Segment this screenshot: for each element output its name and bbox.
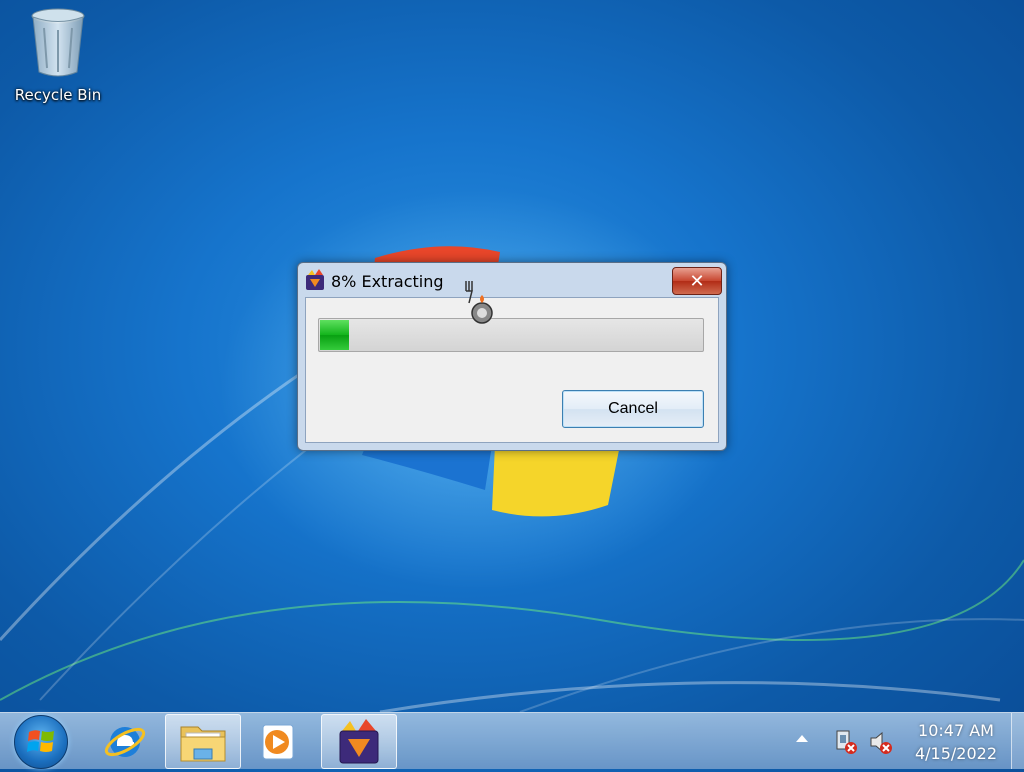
close-button[interactable]: ✕: [672, 267, 722, 295]
dialog-titlebar[interactable]: 8% Extracting ✕: [298, 263, 726, 297]
recycle-bin-icon: [31, 8, 85, 77]
busy-cursor-icon: [465, 281, 493, 324]
volume-muted-icon[interactable]: [868, 729, 894, 755]
taskbar-internet-explorer[interactable]: [88, 714, 162, 767]
archive-app-icon: [306, 269, 324, 290]
desktop-icon-label: Recycle Bin: [14, 86, 102, 104]
dialog-body: Cancel: [305, 297, 719, 443]
extract-dialog: 8% Extracting ✕ Cancel: [297, 262, 727, 451]
system-clock[interactable]: 10:47 AM 4/15/2022: [906, 719, 1006, 765]
extract-progress-bar: [318, 318, 704, 352]
internet-explorer-icon: [104, 726, 146, 757]
folder-icon: [180, 726, 226, 761]
desktop-icon-recycle-bin[interactable]: Recycle Bin: [8, 6, 108, 104]
close-icon: ✕: [689, 270, 705, 292]
taskbar-windows-media-player[interactable]: [240, 714, 314, 767]
progress-fill: [320, 320, 349, 350]
taskbar-windows-explorer[interactable]: [165, 714, 241, 769]
media-player-icon: [262, 724, 294, 759]
clock-date: 4/15/2022: [914, 744, 998, 763]
dialog-title: 8% Extracting: [331, 272, 444, 291]
start-button[interactable]: [14, 715, 68, 769]
show-desktop-button[interactable]: [1011, 713, 1024, 769]
cancel-button[interactable]: Cancel: [562, 390, 704, 428]
archive-app-icon: [339, 718, 379, 763]
windows-logo-icon: [27, 730, 54, 752]
clock-time: 10:47 AM: [918, 721, 994, 740]
taskbar: 10:47 AM 4/15/2022: [0, 712, 1024, 769]
show-hidden-icons-arrow[interactable]: [796, 735, 808, 742]
network-error-icon[interactable]: [833, 729, 859, 755]
taskbar-archive-app[interactable]: [321, 714, 397, 769]
